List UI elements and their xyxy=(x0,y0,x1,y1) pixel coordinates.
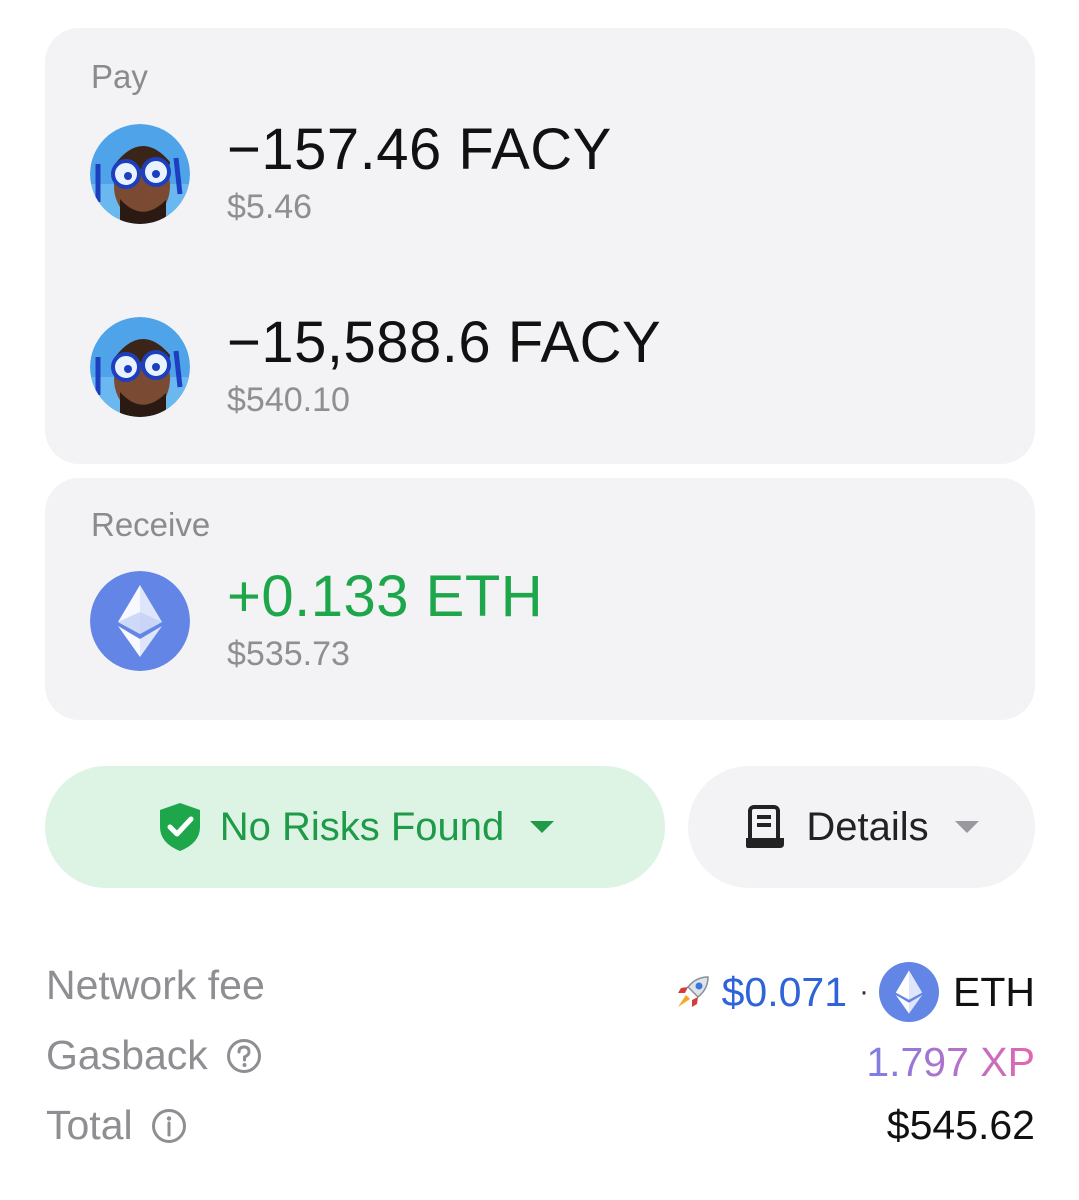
gasback-label-group: Gasback xyxy=(46,1032,262,1079)
rocket-icon xyxy=(677,976,709,1007)
total-row: Total $545.62 xyxy=(46,1102,1035,1162)
details-label: Details xyxy=(806,804,929,849)
receive-usd-value: $535.73 xyxy=(227,635,350,673)
risk-label: No Risks Found xyxy=(219,804,505,849)
no-risks-found-button[interactable]: No Risks Found xyxy=(45,766,665,888)
eth-token-icon xyxy=(879,962,939,1022)
pay-amount: −157.46 FACY xyxy=(227,117,612,182)
gasback-value: 1.797 XP xyxy=(866,1039,1035,1085)
receive-amount: +0.133 ETH xyxy=(227,564,544,629)
info-icon[interactable] xyxy=(151,1108,187,1144)
network-fee-token: ETH xyxy=(953,968,1035,1015)
receive-label: Receive xyxy=(91,506,211,543)
separator: · xyxy=(859,975,869,1008)
gasback-value-graphic: 1.797 XP xyxy=(866,1039,1035,1085)
receive-item: +0.133 ETH $535.73 xyxy=(90,564,990,681)
network-fee-value-group: $0.071 · ETH xyxy=(674,962,1035,1022)
pay-card: Pay −157.46 FACY $5.46 −15,588.6 FACY $5… xyxy=(45,28,1035,464)
pay-usd-value: $540.10 xyxy=(227,381,350,419)
gasback-row: Gasback 1.797 XP xyxy=(46,1032,1035,1092)
pay-item-1: −157.46 FACY $5.46 xyxy=(90,117,990,234)
gasback-value-group: 1.797 XP xyxy=(855,1032,1035,1092)
total-value: $545.62 xyxy=(886,1102,1035,1148)
receive-card: Receive +0.133 ETH $535.73 xyxy=(45,478,1035,720)
network-fee-row[interactable]: Network fee $0.071 · ETH xyxy=(46,962,1035,1022)
receipt-icon xyxy=(746,805,785,848)
pay-usd-value: $5.46 xyxy=(227,188,313,226)
pay-item-2: −15,588.6 FACY $540.10 xyxy=(90,310,990,427)
facy-token-avatar xyxy=(90,124,190,224)
total-label: Total xyxy=(46,1102,133,1148)
network-fee-label: Network fee xyxy=(46,962,265,1008)
total-label-group: Total xyxy=(46,1102,187,1149)
pay-label: Pay xyxy=(91,58,148,95)
question-icon[interactable] xyxy=(226,1038,262,1074)
eth-token-icon xyxy=(90,571,190,671)
facy-token-avatar xyxy=(90,317,190,417)
pay-amount: −15,588.6 FACY xyxy=(227,310,662,375)
network-fee-value: $0.071 xyxy=(721,968,847,1015)
shield-check-icon xyxy=(159,803,200,851)
details-button[interactable]: Details xyxy=(688,766,1035,888)
gasback-label: Gasback xyxy=(46,1032,208,1078)
chevron-down-icon xyxy=(954,821,979,833)
chevron-down-icon xyxy=(530,821,555,833)
